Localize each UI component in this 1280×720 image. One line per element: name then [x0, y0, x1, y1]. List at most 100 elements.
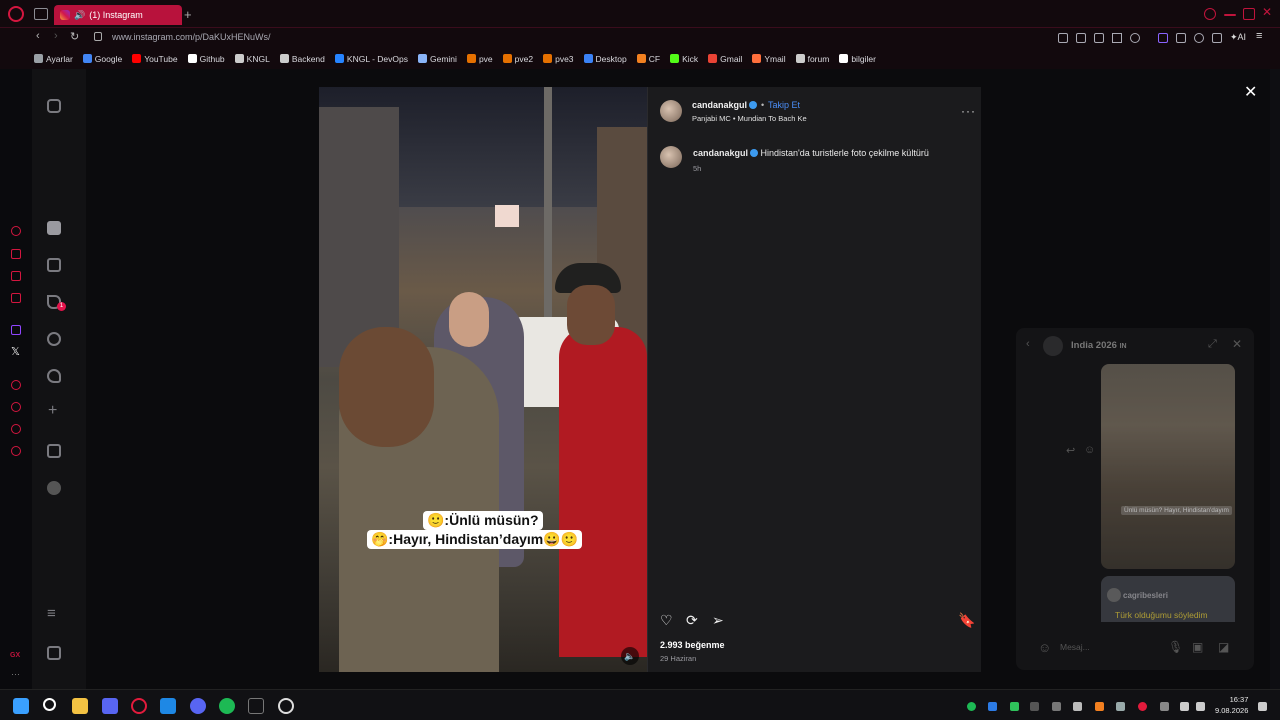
- tray-usb-icon[interactable]: [1160, 702, 1169, 711]
- message-input[interactable]: Mesaj...: [1060, 642, 1090, 652]
- home-icon[interactable]: [47, 221, 61, 235]
- post-time[interactable]: 5h: [693, 164, 701, 173]
- search-icon[interactable]: [1204, 8, 1216, 20]
- play-icon[interactable]: [1112, 33, 1122, 43]
- bookmark-youtube[interactable]: YouTube: [132, 54, 178, 64]
- sidebar-music-icon[interactable]: [11, 293, 21, 303]
- author-avatar[interactable]: [660, 100, 682, 122]
- react-icon[interactable]: ☺: [1084, 444, 1095, 456]
- bookmark-bilgiler[interactable]: bilgiler: [839, 54, 876, 64]
- snapshot-icon[interactable]: [1076, 33, 1086, 43]
- extension-stats-icon[interactable]: [1158, 33, 1168, 43]
- bookmark-cf[interactable]: CF: [636, 54, 660, 64]
- spotify-icon[interactable]: [219, 698, 235, 714]
- reload-icon[interactable]: ↻: [70, 30, 79, 43]
- dashboard-icon[interactable]: [47, 444, 61, 458]
- bookmark-kngl[interactable]: KNGL: [234, 54, 270, 64]
- audio-track[interactable]: Panjabi MC • Mundian To Bach Ke: [692, 114, 807, 123]
- app-icon[interactable]: [102, 698, 118, 714]
- forward-icon[interactable]: ›: [54, 30, 58, 42]
- discord-icon[interactable]: [190, 698, 206, 714]
- expand-icon[interactable]: ⤢: [1208, 338, 1217, 351]
- sidebar-settings-icon[interactable]: [11, 446, 21, 456]
- bookmark-google[interactable]: Google: [82, 54, 122, 64]
- taskbar-clock[interactable]: 16:37 9.08.2026: [1215, 694, 1248, 716]
- save-bookmark-icon[interactable]: 🔖: [958, 612, 975, 629]
- sidebar-x-icon[interactable]: 𝕏: [11, 345, 20, 358]
- browser-tab-instagram[interactable]: 🔊 (1) Instagram: [54, 5, 182, 25]
- terminal-icon[interactable]: [248, 698, 264, 714]
- tray-spotify-icon[interactable]: [967, 702, 976, 711]
- tray-cloudflare-icon[interactable]: [1095, 702, 1104, 711]
- bookmark-gmail[interactable]: Gmail: [708, 54, 742, 64]
- chat-title[interactable]: India 2026 IN: [1071, 340, 1127, 351]
- bookmark-kngl-devops[interactable]: KNGL - DevOps: [334, 54, 408, 64]
- volume-icon[interactable]: [1196, 702, 1205, 711]
- bookmark-pve2[interactable]: pve2: [502, 54, 533, 64]
- sidebar-gx-icon[interactable]: GX: [10, 652, 20, 659]
- bookmark-desktop[interactable]: Desktop: [583, 54, 627, 64]
- tray-icon[interactable]: [1030, 702, 1039, 711]
- opera-logo-icon[interactable]: [8, 6, 24, 22]
- tray-steam-icon[interactable]: [1116, 702, 1125, 711]
- mute-toggle-icon[interactable]: 🔈: [621, 647, 639, 665]
- share-icon[interactable]: ➢: [712, 612, 724, 629]
- close-window-button[interactable]: ✕: [1262, 5, 1274, 19]
- tray-app-icon[interactable]: [988, 702, 997, 711]
- chrome-icon[interactable]: [278, 698, 294, 714]
- profile-avatar[interactable]: [47, 481, 61, 495]
- caption-username[interactable]: candanakgul: [693, 148, 748, 158]
- tray-discord-icon[interactable]: [1073, 702, 1082, 711]
- bookmark-kick[interactable]: Kick: [670, 54, 698, 64]
- tray-x-icon[interactable]: [1052, 702, 1061, 711]
- network-icon[interactable]: [1180, 702, 1189, 711]
- reply-icon[interactable]: ↩: [1066, 444, 1075, 457]
- bookmark-backend[interactable]: Backend: [279, 54, 325, 64]
- extensions-icon[interactable]: [1176, 33, 1186, 43]
- sidebar-messenger-icon[interactable]: [11, 271, 21, 281]
- chat-close-icon[interactable]: ✕: [1232, 337, 1242, 351]
- emoji-icon[interactable]: ☺: [1038, 640, 1051, 655]
- menu-icon[interactable]: ≡: [1256, 30, 1262, 42]
- file-explorer-icon[interactable]: [72, 698, 88, 714]
- repost-icon[interactable]: ⟳: [686, 612, 698, 629]
- sidebar-pinboard-icon[interactable]: [11, 424, 21, 434]
- tray-play-icon[interactable]: [1010, 702, 1019, 711]
- sidebar-shopping-icon[interactable]: [11, 249, 21, 259]
- sidebar-history-icon[interactable]: [11, 402, 21, 412]
- url-field[interactable]: www.instagram.com/p/DaKUxHENuWs/: [112, 32, 271, 42]
- bookmark-forum[interactable]: forum: [795, 54, 829, 64]
- image-icon[interactable]: ▣: [1192, 640, 1203, 654]
- reels-icon[interactable]: [47, 258, 61, 272]
- shield-icon[interactable]: [1094, 33, 1104, 43]
- microphone-icon[interactable]: 🎙: [1168, 640, 1183, 654]
- also-from-meta-icon[interactable]: [47, 646, 61, 660]
- bookmark-ymail[interactable]: Ymail: [752, 54, 786, 64]
- heart-icon[interactable]: [1130, 33, 1140, 43]
- sticker-icon[interactable]: ◪: [1218, 640, 1229, 654]
- vscode-icon[interactable]: [160, 698, 176, 714]
- lock-icon[interactable]: [94, 32, 102, 41]
- maximize-button[interactable]: [1243, 8, 1255, 20]
- shared-post-card[interactable]: cagribesleri Türk olduğumu söyledim: [1101, 576, 1235, 622]
- sidebar-twitch-icon[interactable]: [11, 325, 21, 335]
- shared-reel-thumbnail[interactable]: Ünlü müsün? Hayır, Hindistan'dayım: [1101, 364, 1235, 569]
- back-icon[interactable]: ‹: [36, 30, 40, 42]
- chat-avatar[interactable]: [1043, 336, 1063, 356]
- author-username[interactable]: candanakgul •: [692, 100, 768, 110]
- notifications-heart-icon[interactable]: [47, 369, 61, 383]
- bookmark-github[interactable]: Github: [187, 54, 225, 64]
- bookmark-pve3[interactable]: pve3: [543, 54, 574, 64]
- opera-gx-taskbar-icon[interactable]: [131, 698, 147, 714]
- tray-opera-icon[interactable]: [1138, 702, 1147, 711]
- more-menu-icon[interactable]: ≡: [47, 605, 56, 622]
- like-heart-icon[interactable]: ♡: [660, 612, 673, 629]
- follow-button[interactable]: Takip Et: [768, 100, 800, 110]
- tab-list-icon[interactable]: [34, 8, 48, 20]
- pin-icon[interactable]: [1058, 33, 1068, 43]
- new-tab-button[interactable]: +: [184, 7, 192, 22]
- sidebar-player-icon[interactable]: [11, 380, 21, 390]
- likes-count[interactable]: 2.993 beğenme: [660, 640, 725, 650]
- download-icon[interactable]: [1212, 33, 1222, 43]
- speaker-icon[interactable]: 🔊: [74, 10, 85, 21]
